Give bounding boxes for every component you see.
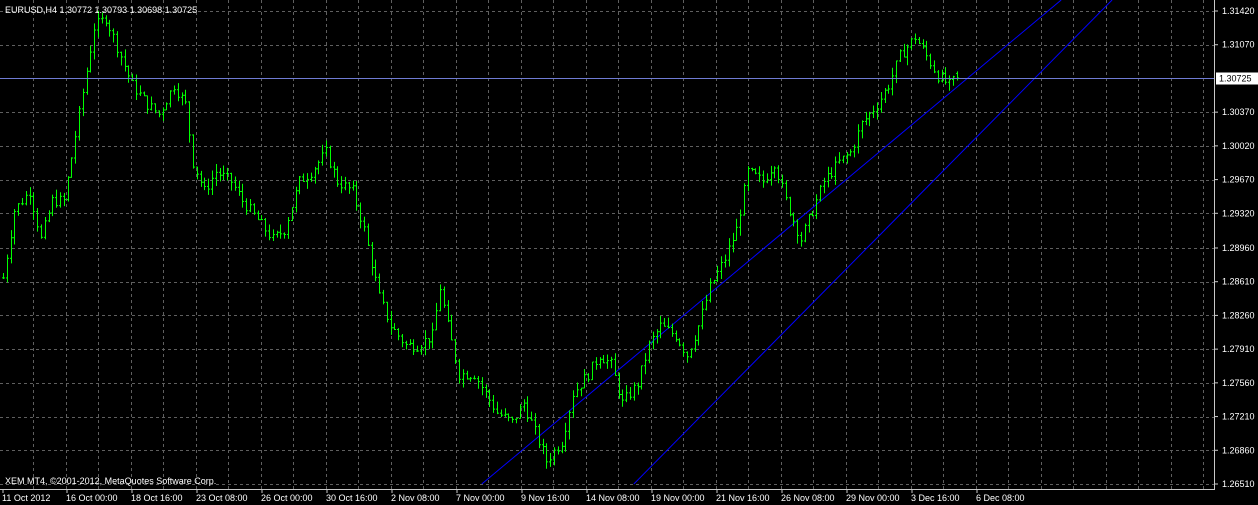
x-tick-label: 26 Nov 08:00 [781,493,835,503]
y-tick-label: 1.28260 [1222,310,1255,320]
current-price-tag-label: 1.30725 [1219,74,1252,84]
y-tick-label: 1.30020 [1222,141,1255,151]
y-tick-label: 1.28960 [1222,243,1255,253]
x-tick-label: 21 Nov 16:00 [716,493,770,503]
x-tick-label: 26 Oct 00:00 [261,493,313,503]
y-tick-label: 1.27560 [1222,378,1255,388]
y-tick-label: 1.31070 [1222,40,1255,50]
y-tick-label: 1.27210 [1222,412,1255,422]
y-tick-label: 1.27910 [1222,344,1255,354]
x-tick-label: 6 Dec 08:00 [976,493,1025,503]
x-tick-label: 29 Nov 00:00 [846,493,900,503]
x-tick-label: 7 Nov 00:00 [456,493,505,503]
y-tick-label: 1.31420 [1222,6,1255,16]
current-price-tag: 1.30725 [1216,72,1258,85]
y-tick-label: 1.29670 [1222,175,1255,185]
price-chart[interactable]: 1.31420 1.31070 1.30370 1.30020 1.29670 1.293… [0,0,1258,505]
x-tick-label: 18 Oct 16:00 [131,493,183,503]
x-tick-label: 14 Nov 08:00 [586,493,640,503]
copyright-text: XEM MT4, ©2001-2012, MetaQuotes Software… [5,476,216,486]
y-tick-label: 1.26510 [1222,479,1255,489]
y-tick-label: 1.30370 [1222,107,1255,117]
x-tick-label: 23 Oct 08:00 [196,493,248,503]
chart-background [0,0,1258,505]
x-tick-label: 2 Nov 08:00 [391,493,440,503]
y-tick-label: 1.29320 [1222,208,1255,218]
x-tick-label: 11 Oct 2012 [2,493,50,503]
symbol-header: EURUSD,H4 1.30772 1.30793 1.30698 1.3072… [5,5,197,15]
x-tick-label: 30 Oct 16:00 [326,493,378,503]
x-tick-label: 19 Nov 00:00 [651,493,705,503]
y-tick-label: 1.26860 [1222,445,1255,455]
x-tick-label: 9 Nov 16:00 [521,493,570,503]
x-tick-label: 3 Dec 16:00 [911,493,960,503]
y-tick-label: 1.28610 [1222,277,1255,287]
x-tick-label: 16 Oct 00:00 [66,493,118,503]
